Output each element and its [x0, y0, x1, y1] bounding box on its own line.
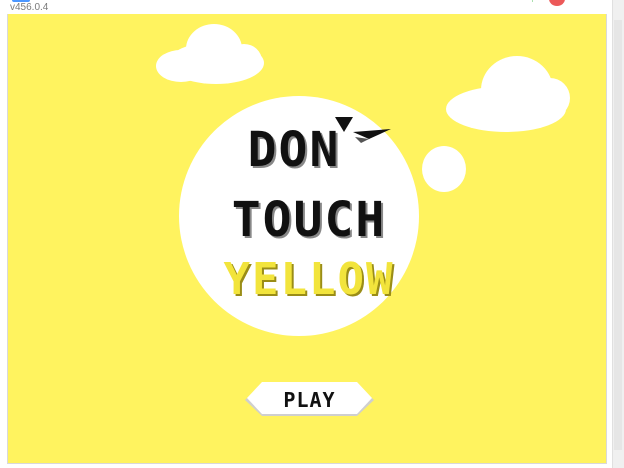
cloud-right — [446, 56, 571, 134]
play-button[interactable]: PLAY — [242, 380, 377, 420]
cloud-top-left — [156, 24, 266, 84]
top-bar: v456.0.4 ⚑ — [0, 0, 624, 14]
game-window: v456.0.4 ⚑ DON TOU — [0, 0, 624, 468]
cloud-middle — [422, 146, 466, 196]
title-line-yellow: YELLOW — [223, 254, 395, 305]
stop-icon[interactable] — [549, 0, 565, 6]
version-label: v456.0.4 — [10, 2, 49, 13]
title-line-dont: DON — [247, 122, 341, 178]
game-stage[interactable]: DON TOUCH YELLOW PLAY — [7, 14, 607, 464]
green-flag-icon[interactable]: ⚑ — [530, 0, 540, 5]
title-line-touch: TOUCH — [231, 192, 387, 248]
scrollbar-thumb[interactable] — [614, 20, 622, 450]
play-button-label: PLAY — [283, 388, 336, 412]
